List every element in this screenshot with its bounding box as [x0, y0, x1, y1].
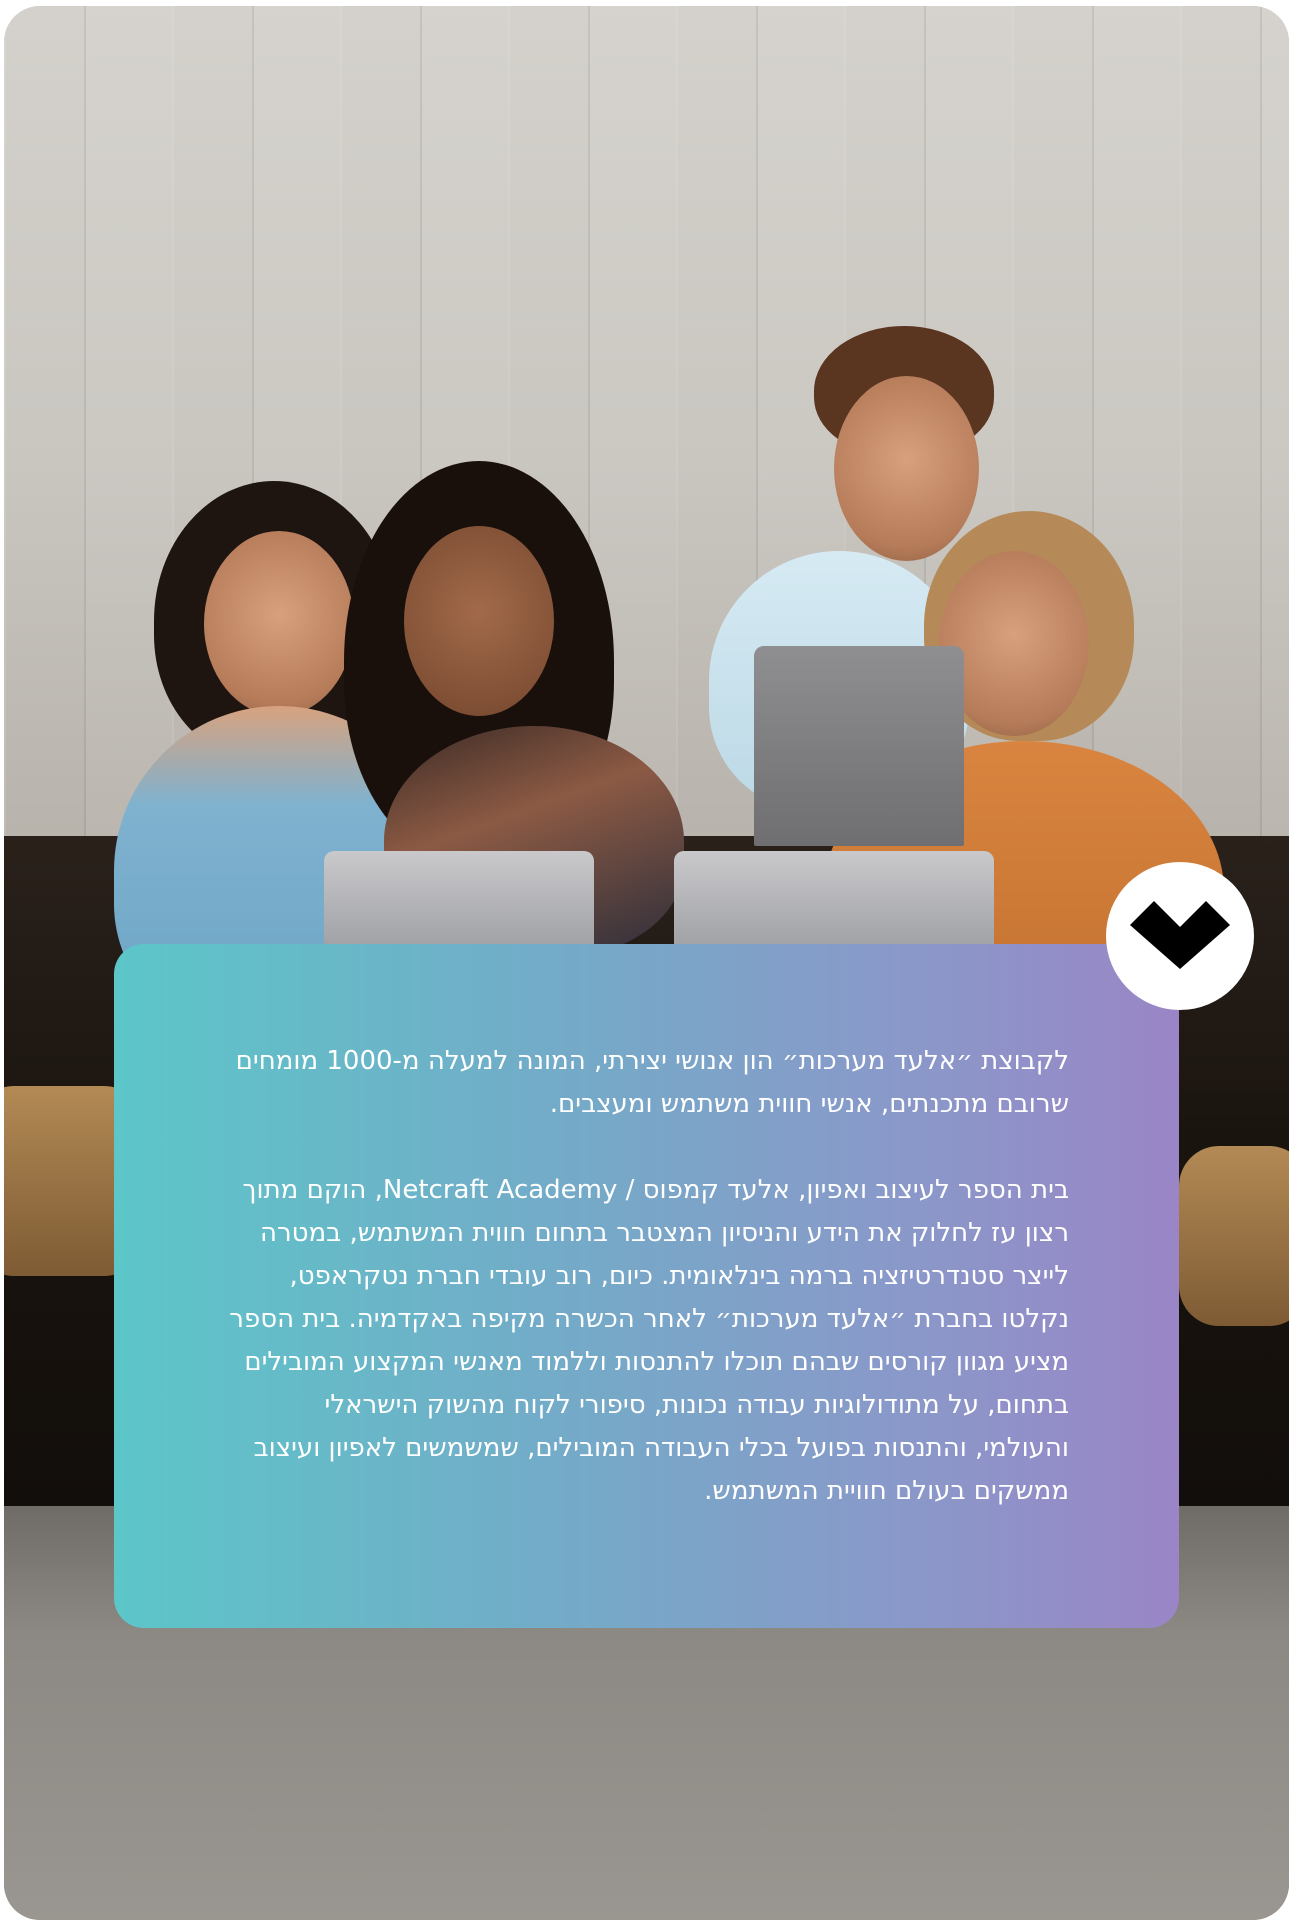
chevron-down-icon: [1130, 901, 1230, 969]
laptop-standing: [754, 646, 964, 846]
background-chair-right: [1179, 1146, 1289, 1326]
person-1-head: [204, 531, 354, 716]
person-3-head: [834, 376, 979, 561]
page: לקבוצת ״אלעד מערכות״ הון אנושי יצירתי, ה…: [0, 0, 1290, 1924]
about-paragraph-2: בית הספר לעיצוב ואפיון, אלעד קמפוס / Net…: [229, 1175, 1069, 1506]
about-panel: לקבוצת ״אלעד מערכות״ הון אנושי יצירתי, ה…: [114, 944, 1179, 1628]
expand-button[interactable]: [1106, 862, 1254, 1010]
person-2-head: [404, 526, 554, 716]
about-paragraph-1: לקבוצת ״אלעד מערכות״ הון אנושי יצירתי, ה…: [235, 1046, 1069, 1119]
